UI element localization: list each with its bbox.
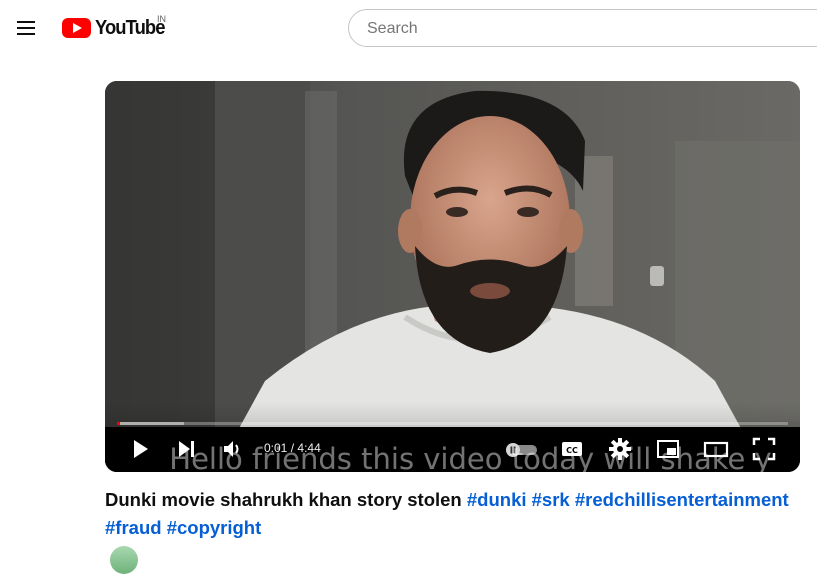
next-icon[interactable] [174, 436, 200, 462]
progress-bar[interactable] [117, 422, 788, 425]
logo-text: YouTube [95, 16, 165, 39]
time-display: 0:01 / 4:44 [264, 441, 321, 455]
hashtag-link[interactable]: #fraud [105, 517, 162, 538]
search-box[interactable] [348, 9, 817, 48]
volume-icon[interactable] [219, 436, 245, 462]
progress-played [117, 422, 121, 425]
title-text: Dunki movie shahrukh khan story stolen [105, 489, 462, 510]
play-icon[interactable] [127, 436, 153, 462]
channel-avatar[interactable] [110, 546, 138, 574]
time-separator: / [290, 441, 295, 455]
video-player[interactable]: 0:01 / 4:44 CC Hello friends this video … [105, 81, 800, 472]
youtube-play-logo-icon [62, 18, 91, 38]
hashtag-link[interactable]: #copyright [167, 517, 262, 538]
menu-icon[interactable] [14, 16, 38, 40]
progress-loaded [117, 422, 185, 425]
settings-gear-icon[interactable] [607, 436, 633, 462]
autoplay-toggle-icon[interactable] [505, 436, 541, 462]
subtitles-cc-icon[interactable]: CC [559, 436, 585, 462]
player-controls: 0:01 / 4:44 CC [105, 427, 800, 472]
country-code: IN [157, 14, 166, 24]
masthead: YouTube IN [0, 0, 817, 56]
svg-text:CC: CC [566, 446, 578, 455]
video-title: Dunki movie shahrukh khan story stolen #… [105, 486, 795, 542]
theater-mode-icon[interactable] [703, 436, 729, 462]
hashtag-link[interactable]: #srk [532, 489, 570, 510]
youtube-logo[interactable]: YouTube [62, 16, 171, 40]
current-time: 0:01 [264, 441, 288, 455]
duration: 4:44 [297, 441, 321, 455]
fullscreen-icon[interactable] [751, 436, 777, 462]
hashtag-link[interactable]: #redchillisentertainment [575, 489, 789, 510]
search-input[interactable] [365, 10, 809, 48]
miniplayer-icon[interactable] [655, 436, 681, 462]
hashtag-link[interactable]: #dunki [467, 489, 527, 510]
